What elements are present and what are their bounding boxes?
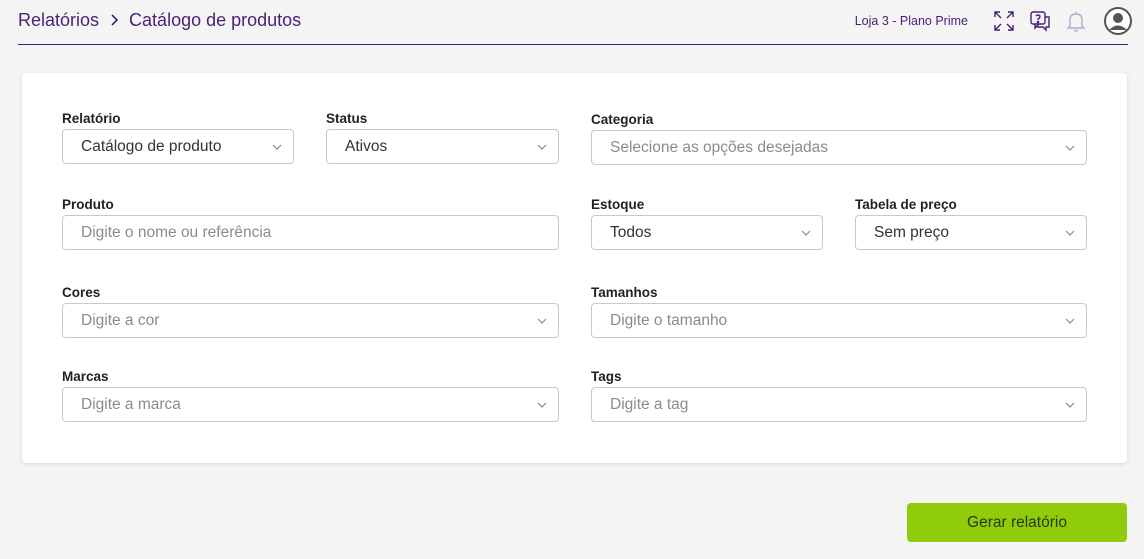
field-cores: Cores Digite a cor [62, 285, 559, 338]
label-estoque: Estoque [591, 197, 645, 212]
label-tamanhos: Tamanhos [591, 285, 658, 300]
chevron-down-icon [1065, 318, 1075, 324]
chevron-down-icon [272, 144, 282, 150]
chevron-down-icon [1065, 402, 1075, 408]
store-label[interactable]: Loja 3 - Plano Prime [855, 14, 968, 28]
field-tamanhos: Tamanhos Digite o tamanho [591, 285, 1087, 338]
tags-select[interactable]: Digite a tag [591, 387, 1087, 422]
marcas-select[interactable]: Digite a marca [62, 387, 559, 422]
field-estoque: Estoque Todos [591, 197, 823, 250]
tags-placeholder: Digite a tag [610, 395, 689, 413]
produto-placeholder: Digite o nome ou referência [81, 223, 272, 241]
user-avatar-icon[interactable] [1104, 7, 1132, 35]
field-produto: Produto Digite o nome ou referência [62, 197, 559, 250]
categoria-placeholder: Selecione as opções desejadas [610, 138, 829, 156]
chevron-down-icon [537, 402, 547, 408]
produto-input[interactable]: Digite o nome ou referência [62, 215, 559, 250]
field-marcas: Marcas Digite a marca [62, 369, 559, 422]
field-relatorio: Relatório Catálogo de produto [62, 111, 294, 164]
label-categoria: Categoria [591, 112, 654, 127]
relatorio-select[interactable]: Catálogo de produto [62, 129, 294, 164]
categoria-select[interactable]: Selecione as opções desejadas [591, 130, 1087, 165]
marcas-placeholder: Digite a marca [81, 395, 181, 413]
bell-icon[interactable] [1064, 9, 1088, 33]
chevron-down-icon [1065, 145, 1075, 151]
chevron-right-icon [109, 14, 119, 26]
label-marcas: Marcas [62, 369, 109, 384]
field-tabela-preco: Tabela de preço Sem preço [855, 197, 1087, 250]
cores-placeholder: Digite a cor [81, 311, 160, 329]
status-value: Ativos [345, 137, 388, 155]
breadcrumb-item-relatorios[interactable]: Relatórios [18, 10, 99, 31]
label-relatorio: Relatório [62, 111, 121, 126]
breadcrumb-item-current: Catálogo de produtos [129, 9, 302, 30]
estoque-value: Todos [610, 223, 652, 241]
cores-select[interactable]: Digite a cor [62, 303, 559, 338]
filter-card: Relatório Catálogo de produto Status Ati… [22, 73, 1127, 463]
field-categoria: Categoria Selecione as opções desejadas [591, 112, 1087, 165]
field-status: Status Ativos [326, 111, 559, 164]
chevron-down-icon [1065, 230, 1075, 236]
chevron-down-icon [537, 144, 547, 150]
label-tags: Tags [591, 369, 622, 384]
status-select[interactable]: Ativos [326, 129, 559, 164]
label-cores: Cores [62, 285, 101, 300]
breadcrumb: Relatórios Catálogo de produtos [18, 10, 301, 31]
label-status: Status [326, 111, 368, 126]
tamanhos-select[interactable]: Digite o tamanho [591, 303, 1087, 338]
relatorio-value: Catálogo de produto [81, 137, 222, 155]
tabela-preco-value: Sem preço [874, 223, 949, 241]
tamanhos-placeholder: Digite o tamanho [610, 311, 728, 329]
tabela-preco-select[interactable]: Sem preço [855, 215, 1087, 250]
label-tabela-preco: Tabela de preço [855, 197, 957, 212]
top-header: Relatórios Catálogo de produtos Loja 3 -… [18, 0, 1132, 45]
estoque-select[interactable]: Todos [591, 215, 823, 250]
expand-icon[interactable] [992, 9, 1016, 33]
generate-report-button[interactable]: Gerar relatório [907, 503, 1127, 542]
label-produto: Produto [62, 197, 114, 212]
chevron-down-icon [801, 230, 811, 236]
field-tags: Tags Digite a tag [591, 369, 1087, 422]
chevron-down-icon [537, 318, 547, 324]
help-chat-icon[interactable] [1028, 9, 1052, 33]
